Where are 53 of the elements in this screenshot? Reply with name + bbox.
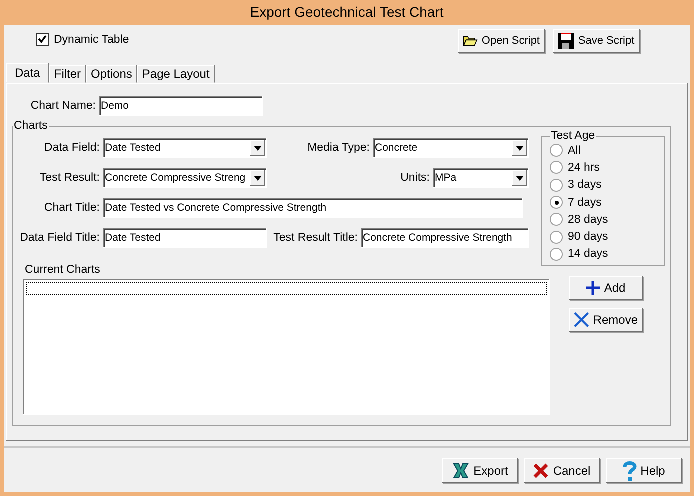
radio-option[interactable]: 14 days: [550, 246, 664, 264]
dialog-button[interactable]: Cancel: [524, 458, 600, 483]
x-icon: [533, 462, 550, 478]
radio-button[interactable]: [550, 230, 563, 244]
text-field[interactable]: Date Tested: [103, 228, 267, 248]
radio-button[interactable]: [550, 213, 563, 226]
field-label: Test Result:: [38, 172, 101, 184]
radio-option[interactable]: 90 days: [550, 228, 664, 246]
dynamic-table-checkbox[interactable]: Dynamic Table: [36, 33, 130, 46]
tab[interactable]: Page Layout: [137, 65, 215, 83]
chart-name-field[interactable]: Demo: [99, 96, 263, 116]
text-field[interactable]: Date Tested vs Concrete Compressive Strength: [103, 198, 523, 218]
radio-option[interactable]: 7 days: [550, 194, 664, 212]
radio-option[interactable]: 3 days: [550, 176, 664, 194]
text-field[interactable]: Concrete Compressive Strength: [361, 228, 529, 248]
list-label: Current Charts: [25, 264, 102, 276]
checkbox[interactable]: [36, 33, 49, 46]
dropdown[interactable]: MPa: [433, 168, 529, 188]
radio-option[interactable]: 24 hrs: [550, 159, 664, 177]
list-button[interactable]: Remove: [569, 308, 643, 332]
script-button[interactable]: Open Script: [458, 29, 545, 53]
tab[interactable]: Filter: [49, 65, 86, 83]
radio-button[interactable]: [550, 161, 563, 174]
field-label: Media Type:: [308, 142, 370, 154]
spreadsheet-x-icon: [452, 462, 470, 478]
plus-icon: [586, 281, 600, 295]
group-title: Test Age: [550, 130, 596, 142]
radio-option[interactable]: All: [550, 142, 664, 160]
field-label: Test Result Title:: [274, 232, 358, 244]
window-title: Export Geotechnical Test Chart: [249, 3, 445, 22]
script-button[interactable]: Save Script: [553, 29, 640, 53]
field-label: Chart Title:: [43, 202, 101, 214]
radio-button[interactable]: [550, 144, 563, 158]
dropdown[interactable]: Concrete Compressive Streng: [103, 168, 267, 188]
tab[interactable]: Data: [6, 63, 50, 83]
dropdown[interactable]: Date Tested: [103, 138, 267, 158]
folder-icon: [463, 34, 478, 48]
field-label: Units:: [400, 172, 430, 184]
question-mark-icon: [622, 460, 637, 480]
group-title: Charts: [13, 120, 49, 132]
x-icon: [574, 312, 590, 328]
field-label: Chart Name:: [30, 100, 97, 112]
tab[interactable]: Options: [86, 65, 138, 83]
list-button[interactable]: Add: [569, 276, 643, 300]
radio-option[interactable]: 28 days: [550, 211, 664, 228]
radio-button[interactable]: [550, 178, 563, 192]
dropdown[interactable]: Concrete: [373, 138, 529, 158]
field-label: Data Field:: [43, 142, 101, 154]
dialog-button[interactable]: Export: [442, 458, 518, 483]
radio-button[interactable]: [550, 196, 563, 210]
radio-button[interactable]: [550, 248, 563, 261]
dialog-button[interactable]: Help: [606, 458, 682, 483]
field-label: Data Field Title:: [19, 232, 101, 244]
